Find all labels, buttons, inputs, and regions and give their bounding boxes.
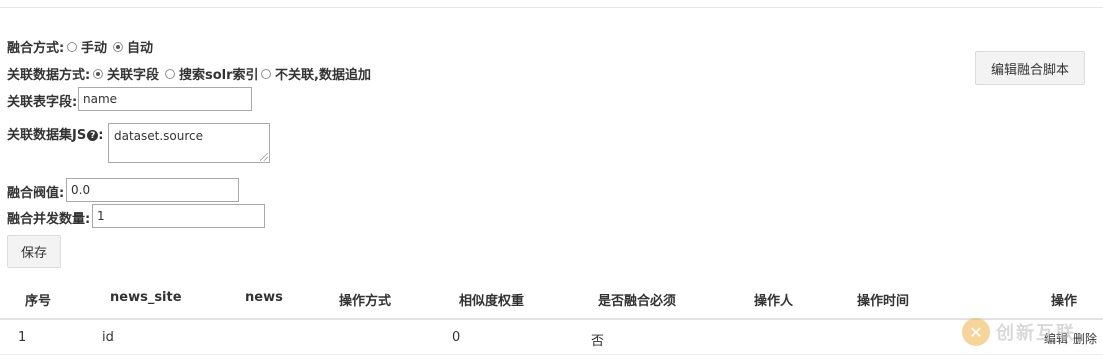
assoc-mode-field-radio[interactable] bbox=[93, 68, 103, 79]
col-header-news-site: news_site bbox=[110, 290, 182, 305]
resize-grip-icon[interactable] bbox=[260, 153, 268, 161]
question-circle-icon[interactable]: ? bbox=[87, 130, 99, 141]
cell-index: 1 bbox=[18, 330, 27, 345]
assoc-mode-label: 关联数据方式: bbox=[7, 68, 91, 83]
col-header-op-mode: 操作方式 bbox=[339, 294, 392, 309]
assoc-mode-solr-text: 搜索solr索引 bbox=[179, 68, 259, 83]
assoc-js-label-group: 关联数据集JS?: bbox=[7, 124, 103, 143]
col-header-weight: 相似度权重 bbox=[459, 294, 525, 309]
assoc-mode-append-radio[interactable] bbox=[261, 68, 271, 79]
delete-link[interactable]: 删除 bbox=[1073, 330, 1097, 347]
col-header-required: 是否融合必须 bbox=[598, 294, 677, 309]
assoc-mode-append-text: 不关联,数据追加 bbox=[275, 68, 371, 83]
table-header-divider bbox=[0, 318, 1103, 320]
cell-weight: 0 bbox=[452, 330, 461, 345]
assoc-js-textarea[interactable]: dataset.source bbox=[108, 123, 270, 163]
watermark: ✕ 创新互联 bbox=[962, 318, 1076, 346]
threshold-input[interactable]: 0.0 bbox=[66, 178, 239, 202]
assoc-mode-solr-radio[interactable] bbox=[165, 68, 175, 79]
concurrency-label: 融合并发数量: bbox=[7, 212, 91, 227]
assoc-mode-solr-option[interactable]: 搜索solr索引 bbox=[165, 64, 259, 83]
assoc-field-label: 关联表字段: bbox=[7, 95, 78, 110]
concurrency-input[interactable]: 1 bbox=[92, 204, 265, 228]
table-row-divider bbox=[0, 354, 1103, 355]
cell-news-site: id bbox=[102, 330, 114, 345]
watermark-text: 创新互联 bbox=[996, 323, 1076, 344]
threshold-label: 融合阀值: bbox=[7, 186, 65, 201]
col-header-operator: 操作人 bbox=[754, 294, 794, 309]
fusion-mode-auto-option[interactable]: 自动 bbox=[113, 37, 153, 56]
assoc-mode-field-text: 关联字段 bbox=[107, 68, 160, 83]
fusion-mode-auto-radio[interactable] bbox=[113, 41, 123, 52]
assoc-js-colon: : bbox=[98, 128, 104, 143]
cell-required: 否 bbox=[591, 334, 605, 349]
assoc-mode-field-option[interactable]: 关联字段 bbox=[93, 64, 159, 83]
col-header-actions: 操作 bbox=[1051, 294, 1078, 309]
edit-script-button[interactable]: 编辑融合脚本 bbox=[975, 51, 1085, 85]
fusion-mode-manual-option[interactable]: 手动 bbox=[67, 37, 107, 56]
col-header-op-time: 操作时间 bbox=[857, 294, 910, 309]
col-header-index: 序号 bbox=[25, 294, 52, 309]
fusion-mode-label: 融合方式: bbox=[7, 41, 65, 56]
fusion-mode-manual-text: 手动 bbox=[81, 41, 108, 56]
logo-icon: ✕ bbox=[962, 318, 990, 346]
fusion-mode-manual-radio[interactable] bbox=[67, 41, 77, 52]
fusion-mode-auto-text: 自动 bbox=[127, 41, 154, 56]
save-button[interactable]: 保存 bbox=[7, 235, 61, 268]
assoc-field-input[interactable]: name bbox=[78, 87, 252, 111]
assoc-js-label: 关联数据集JS bbox=[7, 128, 87, 143]
assoc-mode-append-option[interactable]: 不关联,数据追加 bbox=[261, 64, 371, 83]
assoc-js-text: dataset.source bbox=[114, 129, 204, 143]
top-divider bbox=[0, 7, 1103, 8]
col-header-news: news bbox=[245, 290, 283, 305]
